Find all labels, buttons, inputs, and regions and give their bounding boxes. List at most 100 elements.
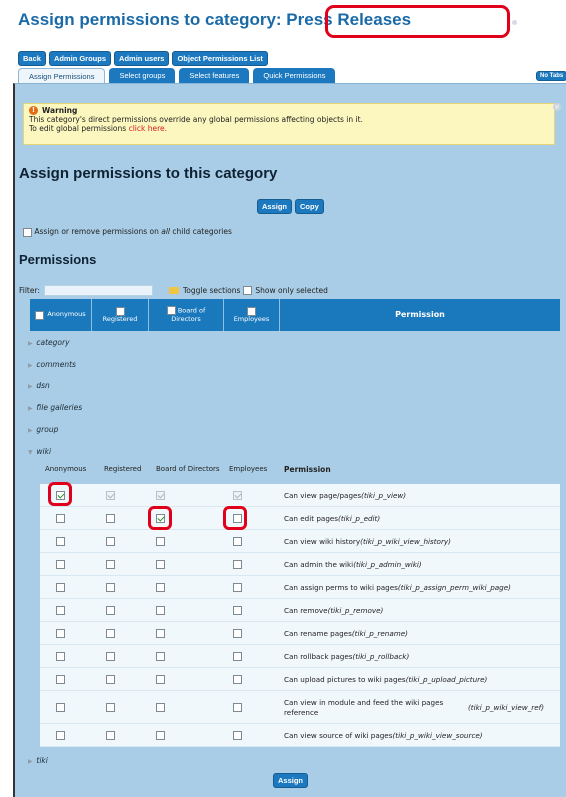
permission-cell xyxy=(152,599,168,622)
registered-permission-checkbox[interactable] xyxy=(105,606,115,615)
section-file-galleries[interactable]: ▶ file galleries xyxy=(28,403,82,412)
section-wiki[interactable]: ▼ wiki xyxy=(28,447,51,456)
section-comments[interactable]: ▶ comments xyxy=(28,360,76,369)
permission-cell xyxy=(229,668,245,691)
show-only-selected-checkbox[interactable] xyxy=(243,286,253,295)
anonymous-permission-checkbox[interactable] xyxy=(55,652,65,661)
header-anonymous-checkbox[interactable] xyxy=(35,310,45,320)
permission-cell xyxy=(152,530,168,553)
admin-groups-button[interactable]: Admin Groups xyxy=(48,51,112,66)
registered-permission-checkbox[interactable] xyxy=(105,629,115,638)
registered-permission-checkbox[interactable] xyxy=(105,514,115,523)
permission-cell xyxy=(52,576,68,599)
board-permission-checkbox[interactable] xyxy=(155,731,165,740)
registered-permission-checkbox[interactable] xyxy=(105,731,115,740)
registered-permission-checkbox[interactable] xyxy=(105,675,115,684)
section-dsn[interactable]: ▶ dsn xyxy=(28,381,50,390)
anonymous-permission-checkbox[interactable] xyxy=(55,583,65,592)
employees-permission-checkbox[interactable] xyxy=(232,703,242,712)
permission-cell xyxy=(52,691,68,724)
copy-button[interactable]: Copy xyxy=(295,199,324,214)
tab-quick-permissions[interactable]: Quick Permissions xyxy=(253,68,336,84)
assign-button[interactable]: Assign xyxy=(257,199,293,214)
employees-permission-checkbox[interactable] xyxy=(232,629,242,638)
section-comments-label: comments xyxy=(36,360,76,369)
permission-cell xyxy=(52,645,68,668)
anonymous-permission-checkbox[interactable] xyxy=(55,606,65,615)
header-employees-checkbox[interactable] xyxy=(247,306,256,316)
board-permission-checkbox[interactable] xyxy=(155,583,165,592)
employees-permission-checkbox[interactable] xyxy=(232,652,242,661)
assign-bottom-button[interactable]: Assign xyxy=(273,773,309,788)
back-button[interactable]: Back xyxy=(18,51,46,66)
employees-permission-checkbox[interactable] xyxy=(232,537,242,546)
collapse-icon: ▼ xyxy=(28,449,33,456)
board-permission-checkbox[interactable] xyxy=(155,629,165,638)
expand-icon: ▶ xyxy=(28,427,33,434)
board-permission-checkbox[interactable] xyxy=(155,675,165,684)
permission-cell xyxy=(52,724,68,747)
wiki-col-employees: Employees xyxy=(229,465,268,473)
board-permission-checkbox[interactable] xyxy=(155,606,165,615)
employees-permission-checkbox[interactable] xyxy=(232,583,242,592)
child-categories-option: Assign or remove permissions on all chil… xyxy=(23,227,232,237)
anonymous-permission-checkbox[interactable] xyxy=(55,703,65,712)
header-board-line-1-text: Board of xyxy=(177,306,206,315)
section-category[interactable]: ▶ category xyxy=(28,338,70,347)
filter-input[interactable] xyxy=(43,285,153,296)
table-row: Can edit pages (tiki_p_edit) xyxy=(40,507,560,530)
header-board-checkbox[interactable] xyxy=(166,306,176,316)
title-status-icon xyxy=(512,20,517,25)
registered-permission-checkbox[interactable] xyxy=(105,537,115,546)
permission-cell xyxy=(229,622,245,645)
registered-permission-checkbox[interactable] xyxy=(105,703,115,712)
folder-icon xyxy=(168,287,179,294)
anonymous-permission-checkbox[interactable] xyxy=(55,675,65,684)
board-permission-checkbox[interactable] xyxy=(155,703,165,712)
section-file-galleries-label: file galleries xyxy=(36,403,83,412)
anonymous-permission-checkbox[interactable] xyxy=(55,560,65,569)
permission-label: Can upload pictures to wiki pages (tiki_… xyxy=(284,668,487,691)
permission-cell xyxy=(102,507,118,530)
toggle-sections-link[interactable]: Toggle sections xyxy=(183,286,240,295)
header-registered-checkbox[interactable] xyxy=(115,306,125,316)
close-icon[interactable]: × xyxy=(553,103,561,111)
warning-line-1: This category's direct permissions overr… xyxy=(29,115,363,124)
registered-permission-checkbox[interactable] xyxy=(105,560,115,569)
permission-code: (tiki_p_edit) xyxy=(338,514,381,523)
section-tiki[interactable]: ▶ tiki xyxy=(28,756,48,765)
anonymous-permission-checkbox[interactable] xyxy=(55,537,65,546)
section-group[interactable]: ▶ group xyxy=(28,425,58,434)
anonymous-permission-checkbox[interactable] xyxy=(55,629,65,638)
child-categories-checkbox[interactable] xyxy=(23,227,32,237)
table-row: Can rename pages (tiki_p_rename) xyxy=(40,622,560,645)
header-registered-label: Registered xyxy=(102,314,138,323)
registered-permission-checkbox[interactable] xyxy=(105,583,115,592)
global-permissions-link[interactable]: click here. xyxy=(129,124,167,133)
title-highlight-marker xyxy=(325,5,510,38)
permission-label: Can view page/pages (tiki_p_view) xyxy=(284,484,406,507)
object-permissions-list-button[interactable]: Object Permissions List xyxy=(172,51,268,66)
board-permission-checkbox[interactable] xyxy=(155,652,165,661)
header-anonymous: Anonymous xyxy=(30,299,92,331)
admin-users-button[interactable]: Admin users xyxy=(114,51,170,66)
anonymous-permission-checkbox[interactable] xyxy=(55,731,65,740)
table-row: Can view source of wiki pages (tiki_p_wi… xyxy=(40,724,560,747)
employees-permission-checkbox[interactable] xyxy=(232,731,242,740)
no-tabs-button[interactable]: No Tabs xyxy=(536,71,566,81)
board-permission-checkbox[interactable] xyxy=(155,560,165,569)
tab-select-groups[interactable]: Select groups xyxy=(109,68,176,84)
board-permission-checkbox[interactable] xyxy=(155,537,165,546)
employees-permission-checkbox[interactable] xyxy=(232,675,242,684)
registered-permission-checkbox[interactable] xyxy=(105,652,115,661)
anonymous-permission-checkbox[interactable] xyxy=(55,514,65,523)
employees-permission-checkbox[interactable] xyxy=(232,560,242,569)
tab-select-features[interactable]: Select features xyxy=(179,68,250,84)
permission-text: Can view page/pages xyxy=(284,491,362,500)
permission-label: Can remove (tiki_p_remove) xyxy=(284,599,383,622)
employees-permission-checkbox[interactable] xyxy=(232,606,242,615)
permission-cell xyxy=(229,530,245,553)
tab-assign-permissions[interactable]: Assign Permissions xyxy=(18,68,106,84)
child-categories-prefix: Assign or remove permissions on xyxy=(34,227,159,236)
filter-row: Filter: Toggle sections Show only select… xyxy=(19,285,328,296)
